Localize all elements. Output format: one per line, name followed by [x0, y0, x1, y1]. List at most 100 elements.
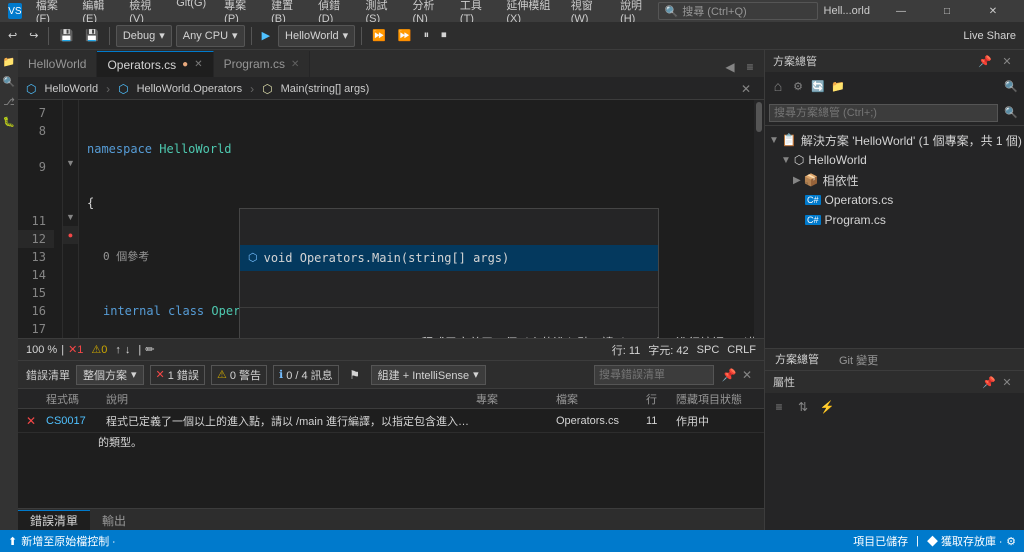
status-sep-2: | — [138, 344, 141, 356]
maximize-button[interactable]: □ — [924, 0, 970, 22]
tree-operators-cs[interactable]: C# Operators.cs — [765, 190, 1024, 210]
down-arrow[interactable]: ↓ — [125, 344, 131, 356]
toolbar-button-3[interactable]: ⏸ — [420, 25, 434, 47]
tree-program-cs[interactable]: C# Program.cs — [765, 210, 1024, 230]
live-share-button[interactable]: Live Share — [959, 25, 1020, 47]
status-bar-left[interactable]: 新增至原始檔控制 ∙ — [21, 533, 115, 549]
solution-explorer-pin-button[interactable]: 📌 — [976, 52, 994, 70]
code-content[interactable]: namespace HelloWorld { 0 個參考 internal cl… — [79, 100, 754, 338]
tree-solution[interactable]: ▼ 📋 解決方案 'HelloWorld' (1 個專案，共 1 個) — [765, 130, 1024, 150]
debug-mode-dropdown[interactable]: Debug ▾ — [116, 25, 172, 47]
fold-arrow-main[interactable]: ▼ — [66, 212, 75, 222]
editor-more-button[interactable]: ≡ — [740, 57, 760, 77]
redo-button[interactable]: ↪ — [25, 25, 42, 47]
scope-dropdown[interactable]: 整個方案 ▾ — [76, 365, 144, 385]
error-list-close-button[interactable]: ✕ — [738, 366, 756, 384]
se-toolbar-btn-2[interactable]: ⚙ — [789, 77, 807, 95]
error-list-search — [594, 365, 714, 385]
error-row-desc: 程式已定義了一個以上的進入點，請以 /main 進行編譯，以指定包含進入點 He… — [106, 413, 476, 429]
get-repo-label[interactable]: ◆ 獲取存放庫 ∙ — [927, 533, 1002, 549]
zoom-level[interactable]: 100 % — [26, 344, 57, 356]
breadcrumb-icon-1: ⬡ — [26, 82, 36, 96]
tab-program-close-icon[interactable]: ✕ — [291, 59, 299, 70]
props-btn-events[interactable]: ⚡ — [817, 397, 837, 417]
error-list-pin-button[interactable]: 📌 — [720, 366, 738, 384]
solution-tab-explorer[interactable]: 方案總管 — [765, 349, 829, 371]
filter-icon[interactable]: ⚑ — [345, 365, 365, 385]
tab-program[interactable]: Program.cs ✕ — [214, 51, 311, 77]
solution-arrow[interactable]: ▼ — [769, 135, 779, 146]
info-badge-button[interactable]: ℹ 0 / 4 訊息 — [273, 365, 339, 385]
project-arrow[interactable]: ▼ — [781, 155, 791, 166]
search-bar[interactable]: 🔍 搜尋 (Ctrl+Q) — [658, 2, 818, 20]
toolbar-button-4[interactable]: ⏹ — [437, 25, 451, 47]
dependencies-arrow[interactable]: ▶ — [793, 175, 801, 186]
main-toolbar: ↩ ↪ 💾 💾 Debug ▾ Any CPU ▾ ▶ HelloWorld ▾… — [0, 22, 1024, 50]
tab-operators[interactable]: Operators.cs ● ✕ — [97, 51, 213, 77]
solution-explorer-close-button[interactable]: ✕ — [998, 52, 1016, 70]
crlf-info[interactable]: CRLF — [727, 344, 756, 356]
error-row-file: Operators.cs — [556, 415, 646, 427]
save-all-button[interactable]: 💾 — [81, 25, 103, 47]
toolbar-separator-2 — [109, 27, 110, 45]
solution-search-input[interactable] — [769, 104, 998, 122]
props-btn-categories[interactable]: ≡ — [769, 397, 789, 417]
se-search-button[interactable]: 🔍 — [1002, 77, 1020, 95]
se-toolbar-btn-3[interactable]: 🔄 — [809, 77, 827, 95]
error-list-search-input[interactable] — [594, 365, 714, 385]
tree-dependencies[interactable]: ▶ 📦 相依性 — [765, 170, 1024, 190]
tab-helloworld[interactable]: HelloWorld — [18, 51, 97, 77]
vs-icon: VS — [8, 3, 22, 19]
properties-pin-button[interactable]: 📌 — [980, 373, 998, 391]
warning-count[interactable]: 0 — [101, 344, 107, 356]
run-target-dropdown[interactable]: HelloWorld ▾ — [278, 25, 355, 47]
platform-dropdown[interactable]: Any CPU ▾ — [176, 25, 245, 47]
toolbar-button-1[interactable]: ⏩ — [368, 25, 390, 47]
settings-icon[interactable]: ⚙ — [1006, 535, 1016, 548]
editor-scrollbar[interactable] — [754, 100, 764, 338]
col-project: 專案 — [476, 391, 556, 407]
sidebar-search-icon[interactable]: 🔍 — [1, 74, 17, 90]
error-count[interactable]: 1 — [77, 344, 83, 356]
props-btn-alpha[interactable]: ⇅ — [793, 397, 813, 417]
properties-close-button[interactable]: ✕ — [998, 373, 1016, 391]
line-info[interactable]: 行: 11 — [612, 342, 641, 358]
tree-project[interactable]: ▼ ⬡ HelloWorld — [765, 150, 1024, 170]
se-search-clear[interactable]: 🔍 — [1002, 104, 1020, 122]
intellisense-item[interactable]: ⬡ void Operators.Main(string[] args) — [240, 245, 658, 271]
col-info[interactable]: 字元: 42 — [648, 342, 688, 358]
errors-badge-button[interactable]: ✕ 1 錯誤 — [150, 365, 205, 385]
fold-arrow-class[interactable]: ▼ — [66, 158, 75, 168]
breadcrumb-sep-2: › — [250, 82, 254, 96]
code-editor[interactable]: 7 8 9 11 12 13 14 15 16 17 18 — [18, 100, 764, 338]
sidebar-debug-icon[interactable]: 🐛 — [1, 114, 17, 130]
toolbar-button-2[interactable]: ⏩ — [394, 25, 416, 47]
editor-and-bottom: HelloWorld Operators.cs ● ✕ Program.cs ✕… — [18, 50, 764, 530]
undo-button[interactable]: ↩ — [4, 25, 21, 47]
up-arrow[interactable]: ↑ — [115, 344, 121, 356]
se-toolbar-btn-1[interactable]: ⌂ — [769, 77, 787, 95]
tab-operators-close-icon[interactable]: ✕ — [194, 59, 202, 70]
build-dropdown[interactable]: 組建 + IntelliSense ▾ — [371, 365, 486, 385]
editor-close-breadcrumb-button[interactable]: ✕ — [736, 79, 756, 99]
warnings-badge-button[interactable]: ⚠ 0 警告 — [211, 365, 267, 385]
editor-status-bar: 100 % | ✕ 1 ⚠ 0 ↑ ↓ | ✏ 行: 11 字元: 42 SPC… — [18, 338, 764, 360]
sidebar-explorer-icon[interactable]: 📁 — [1, 54, 17, 70]
breadcrumb-part1[interactable]: HelloWorld — [44, 83, 98, 95]
breadcrumb-part2[interactable]: HelloWorld.Operators — [137, 83, 243, 95]
spc-info[interactable]: SPC — [697, 344, 720, 356]
se-toolbar-btn-4[interactable]: 📁 — [829, 77, 847, 95]
close-button[interactable]: ✕ — [970, 0, 1016, 22]
col-status: 隱藏項目狀態 — [676, 391, 756, 407]
tab-output[interactable]: 輸出 — [90, 510, 138, 530]
error-row-1[interactable]: ✕ CS0017 程式已定義了一個以上的進入點，請以 /main 進行編譯，以指… — [18, 409, 764, 433]
sidebar-git-icon[interactable]: ⎇ — [1, 94, 17, 110]
tab-error-list[interactable]: 錯誤清單 — [18, 510, 90, 530]
run-button[interactable]: ▶ — [258, 25, 274, 47]
minimize-button[interactable]: — — [878, 0, 924, 22]
solution-bottom-tabs: 方案總管 Git 變更 — [765, 348, 1024, 370]
solution-tab-git[interactable]: Git 變更 — [829, 349, 888, 371]
save-button[interactable]: 💾 — [55, 25, 77, 47]
breadcrumb-part3[interactable]: Main(string[] args) — [281, 83, 370, 95]
editor-pin-button[interactable]: ◀ — [720, 57, 740, 77]
